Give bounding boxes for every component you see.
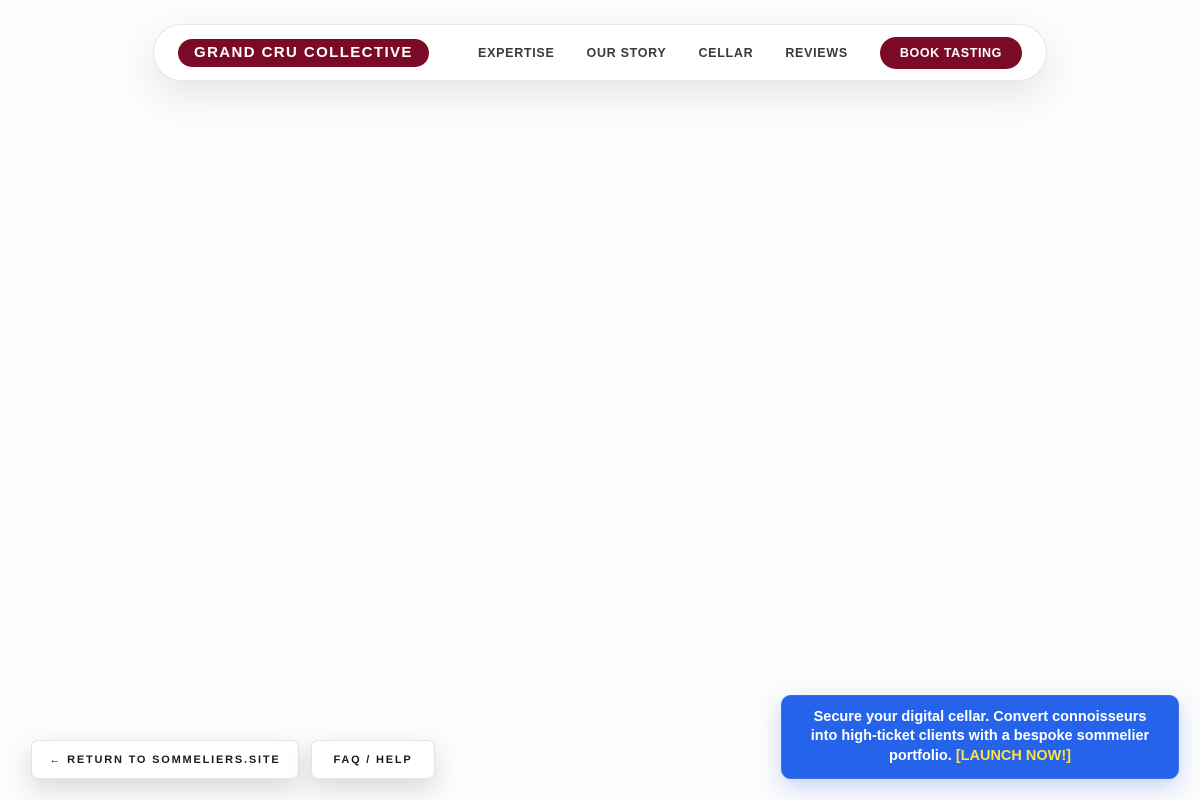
nav-links: EXPERTISE OUR STORY CELLAR REVIEWS BOOK … — [478, 36, 1022, 69]
promo-content: Secure your digital cellar. Convert conn… — [808, 708, 1152, 767]
promo-banner: Secure your digital cellar. Convert conn… — [781, 695, 1179, 779]
nav-link-expertise[interactable]: EXPERTISE — [478, 46, 554, 60]
page: GRAND CRU COLLECTIVE EXPERTISE OUR STORY… — [0, 0, 1200, 800]
launch-now-link[interactable]: [LAUNCH NOW!] — [956, 748, 1071, 764]
nav-link-reviews[interactable]: REVIEWS — [785, 46, 848, 60]
return-to-site-button[interactable]: ← RETURN TO SOMMELIERS.SITE — [31, 740, 299, 779]
top-navigation: GRAND CRU COLLECTIVE EXPERTISE OUR STORY… — [153, 24, 1047, 81]
book-tasting-button[interactable]: BOOK TASTING — [879, 36, 1022, 69]
nav-link-cellar[interactable]: CELLAR — [698, 46, 753, 60]
brand-logo[interactable]: GRAND CRU COLLECTIVE — [178, 38, 429, 67]
faq-help-button[interactable]: FAQ / HELP — [311, 740, 435, 779]
nav-link-our-story[interactable]: OUR STORY — [587, 46, 667, 60]
